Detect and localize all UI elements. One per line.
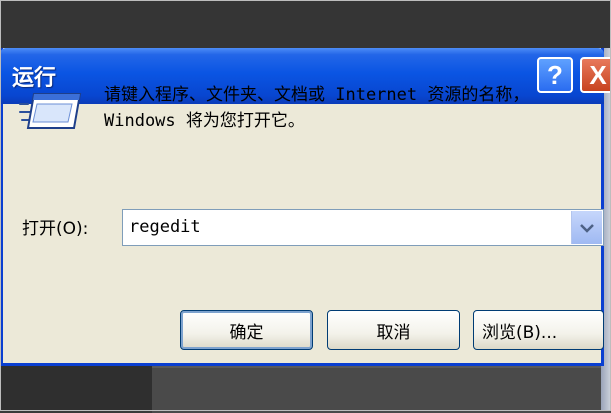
command-combobox[interactable]: regedit bbox=[122, 209, 604, 246]
ok-button[interactable]: 确定 bbox=[180, 310, 313, 350]
dialog-description: 请键入程序、文件夹、文档或 Internet 资源的名称，Windows 将为您… bbox=[104, 85, 530, 131]
chevron-down-icon bbox=[580, 223, 594, 233]
combobox-dropdown-button[interactable] bbox=[571, 211, 602, 244]
open-label: 打开(O): bbox=[22, 219, 89, 239]
cancel-button[interactable]: 取消 bbox=[327, 310, 460, 350]
browse-button[interactable]: 浏览(B)... bbox=[473, 310, 604, 350]
run-icon bbox=[19, 93, 82, 129]
desktop-background-top bbox=[0, 0, 611, 52]
background-window-behind bbox=[0, 362, 611, 413]
dialog-title: 运行 bbox=[12, 66, 57, 91]
background-window-frame bbox=[152, 366, 611, 413]
command-input[interactable]: regedit bbox=[129, 217, 201, 237]
